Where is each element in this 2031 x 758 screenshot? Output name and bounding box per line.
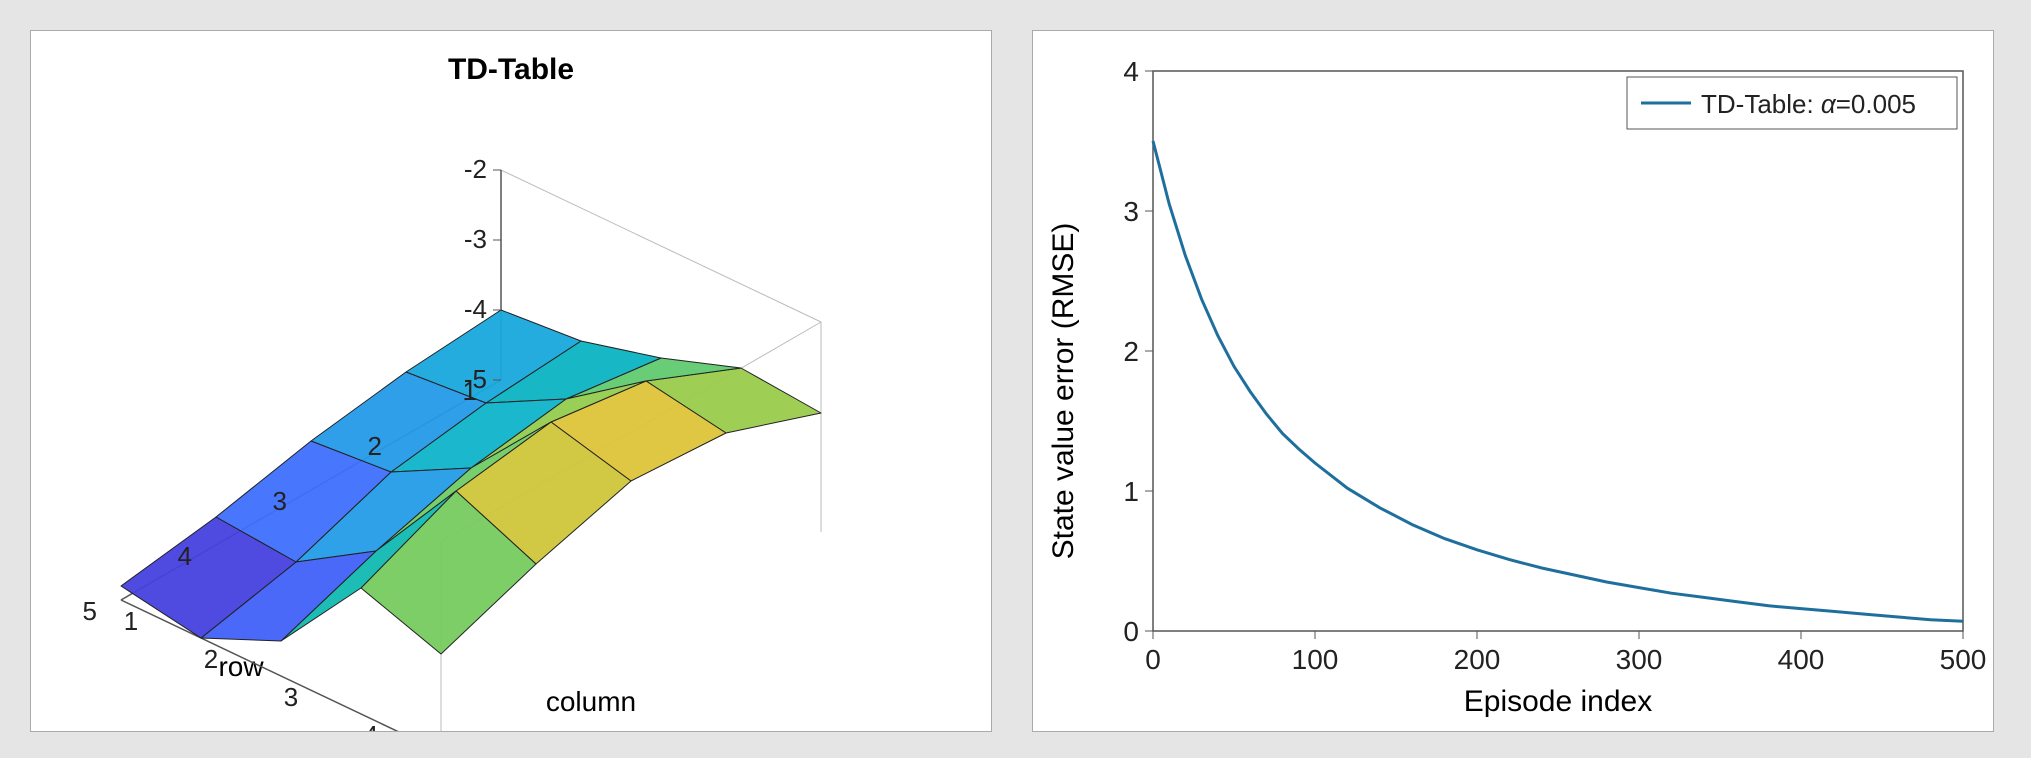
- chart-left-panel: TD-Table column row -5-4-3-21234512345: [30, 30, 992, 732]
- line-td-table: [1153, 141, 1963, 621]
- x-tick-label: 200: [1454, 644, 1501, 675]
- y-axis-label: row: [218, 651, 264, 682]
- y-axis-label: State value error (RMSE): [1047, 223, 1080, 560]
- col-tick-label: 2: [204, 644, 218, 674]
- y-tick-label: 0: [1123, 616, 1139, 647]
- z-tick-label: -4: [464, 294, 487, 324]
- x-tick-label: 300: [1616, 644, 1663, 675]
- axes-2d: [1153, 71, 1963, 631]
- x-tick-label: 500: [1940, 644, 1987, 675]
- chart-title: TD-Table: [448, 53, 574, 86]
- surface-chart: TD-Table column row -5-4-3-21234512345: [31, 31, 991, 731]
- legend-label: TD-Table: α=0.005: [1701, 89, 1916, 119]
- y-tick-label: 1: [1123, 476, 1139, 507]
- col-tick-label: 4: [364, 720, 378, 731]
- x-tick-label: 400: [1778, 644, 1825, 675]
- surface-mesh: [121, 310, 821, 654]
- row-tick-label: 5: [83, 596, 97, 626]
- y-tick-label: 4: [1123, 56, 1139, 87]
- line-chart: 010020030040050001234 TD-Table: α=0.005 …: [1033, 31, 1993, 731]
- legend: TD-Table: α=0.005: [1627, 77, 1957, 129]
- row-tick-label: 2: [368, 431, 382, 461]
- x-tick-label: 0: [1145, 644, 1161, 675]
- z-tick-label: -3: [464, 224, 487, 254]
- row-tick-label: 4: [178, 541, 192, 571]
- axis-ticks-2d: 0 100 200 300 400 500 0 1 2 3 4: [1123, 56, 1986, 675]
- x-axis-label: Episode index: [1464, 685, 1652, 718]
- col-tick-label: 3: [284, 682, 298, 712]
- page: TD-Table column row -5-4-3-21234512345 0…: [0, 0, 2031, 758]
- chart-right-panel: 010020030040050001234 TD-Table: α=0.005 …: [1032, 30, 1994, 732]
- y-tick-label: 3: [1123, 196, 1139, 227]
- z-tick-label: -2: [464, 154, 487, 184]
- row-tick-label: 3: [273, 486, 287, 516]
- row-tick-label: 1: [463, 376, 477, 406]
- y-tick-label: 2: [1123, 336, 1139, 367]
- x-tick-label: 100: [1292, 644, 1339, 675]
- x-axis-label: column: [546, 686, 636, 717]
- col-tick-label: 1: [124, 606, 138, 636]
- line-series: [1153, 141, 1963, 621]
